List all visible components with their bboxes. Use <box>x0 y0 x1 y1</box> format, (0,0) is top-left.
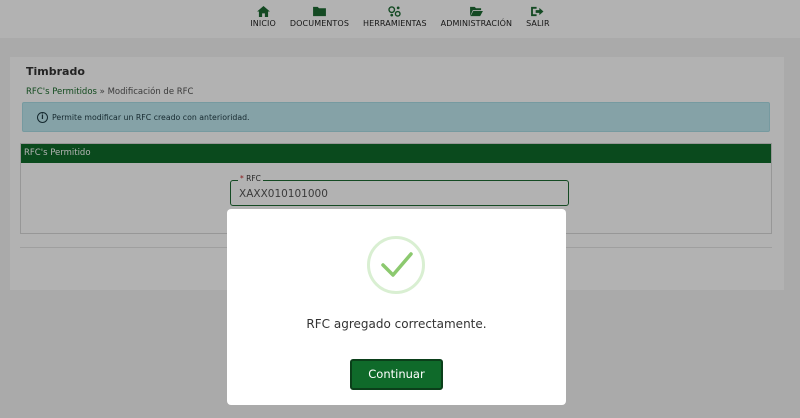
continue-button[interactable]: Continuar <box>350 359 443 390</box>
success-icon-ring <box>367 236 425 294</box>
dialog-message: RFC agregado correctamente. <box>306 317 487 331</box>
check-icon <box>381 252 413 277</box>
success-dialog: RFC agregado correctamente. Continuar <box>227 209 566 405</box>
